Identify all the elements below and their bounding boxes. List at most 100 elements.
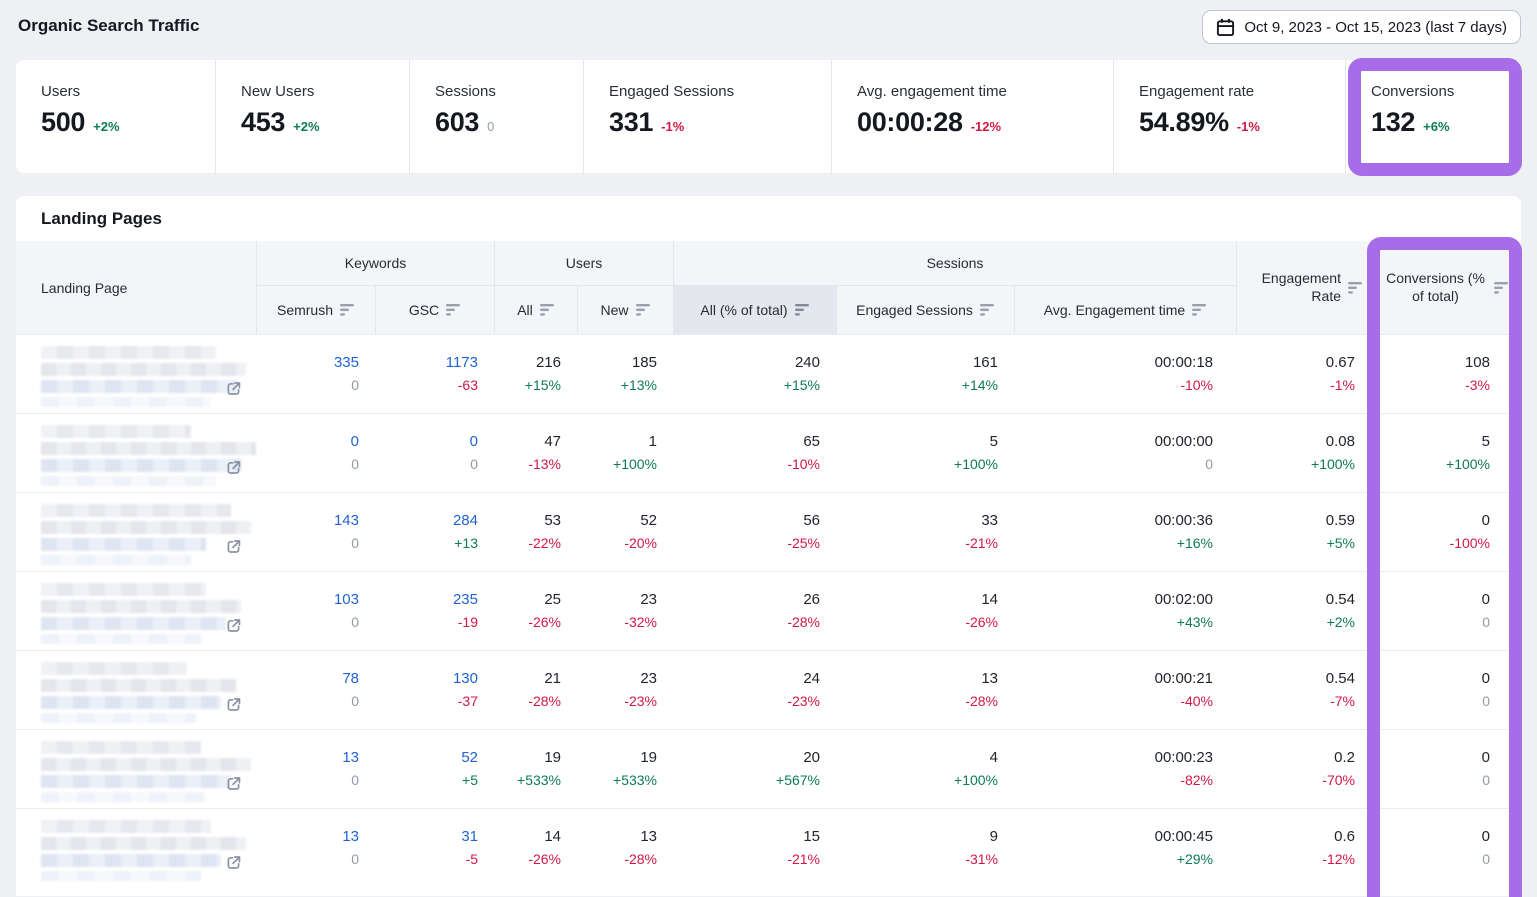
column-group-users: Users (494, 241, 673, 286)
cell-keywords-semrush[interactable]: 3350 (256, 335, 375, 413)
metric-new-users: New Users 453+2% (215, 60, 409, 173)
sort-icon[interactable] (1348, 282, 1363, 294)
sort-icon[interactable] (1494, 282, 1509, 294)
cell-keywords-semrush[interactable]: 130 (256, 809, 375, 887)
cell-sessions-all: 240+15% (673, 335, 836, 413)
cell-sessions-all: 20+567% (673, 730, 836, 808)
cell-keywords-gsc[interactable]: 235-19 (375, 572, 494, 650)
landing-page-cell-redacted[interactable] (16, 651, 256, 729)
table-body: 3350 1173-63 216+15% 185+13% 240+15% 161… (16, 334, 1521, 887)
cell-sessions-all: 26-28% (673, 572, 836, 650)
metric-conversions: Conversions 132+6% (1345, 60, 1521, 173)
external-link-icon[interactable] (225, 538, 242, 555)
cell-users-new: 23-23% (577, 651, 673, 729)
metric-change: +2% (93, 119, 119, 134)
metric-label: Avg. engagement time (857, 83, 1103, 100)
metric-change: -12% (971, 119, 1001, 134)
cell-keywords-semrush[interactable]: 00 (256, 414, 375, 492)
cell-engagement-rate: 0.2-70% (1236, 730, 1371, 808)
metric-value: 54.89% (1139, 107, 1229, 138)
column-header-sessions-all[interactable]: All (% of total) (673, 286, 836, 334)
external-link-icon[interactable] (225, 854, 242, 871)
cell-conversions: 00 (1371, 809, 1521, 887)
metric-change: +2% (293, 119, 319, 134)
metric-value: 132 (1371, 107, 1415, 138)
external-link-icon[interactable] (225, 617, 242, 634)
cell-keywords-gsc[interactable]: 31-5 (375, 809, 494, 887)
cell-keywords-gsc[interactable]: 130-37 (375, 651, 494, 729)
column-header-landing-page: Landing Page (16, 241, 256, 334)
sort-icon[interactable] (636, 304, 651, 316)
table-row: 3350 1173-63 216+15% 185+13% 240+15% 161… (16, 334, 1521, 413)
sort-icon[interactable] (340, 304, 355, 316)
cell-keywords-semrush[interactable]: 130 (256, 730, 375, 808)
metric-label: Conversions (1371, 83, 1511, 100)
cell-users-all: 14-26% (494, 809, 577, 887)
date-range-button[interactable]: Oct 9, 2023 - Oct 15, 2023 (last 7 days) (1202, 10, 1521, 44)
cell-users-new: 23-32% (577, 572, 673, 650)
sort-icon[interactable] (1192, 304, 1207, 316)
sort-icon[interactable] (980, 304, 995, 316)
column-header-label: Conversions (% of total) (1385, 270, 1487, 305)
cell-sessions-all: 65-10% (673, 414, 836, 492)
cell-keywords-semrush[interactable]: 1430 (256, 493, 375, 571)
cell-users-new: 185+13% (577, 335, 673, 413)
sort-icon[interactable] (446, 304, 461, 316)
cell-avg-engagement-time: 00:00:36+16% (1014, 493, 1236, 571)
landing-pages-card: Landing Pages Landing Page Keywords User… (16, 196, 1521, 896)
external-link-icon[interactable] (225, 775, 242, 792)
metrics-summary-card: Users 500+2% New Users 453+2% Sessions 6… (16, 60, 1521, 173)
cell-users-all: 216+15% (494, 335, 577, 413)
cell-keywords-gsc[interactable]: 1173-63 (375, 335, 494, 413)
column-header-label: Engaged Sessions (856, 302, 973, 318)
column-header-label: GSC (409, 302, 439, 318)
column-header-avg-engagement-time[interactable]: Avg. Engagement time (1014, 286, 1236, 334)
calendar-icon (1216, 18, 1235, 37)
sort-icon[interactable] (795, 304, 810, 316)
cell-engagement-rate: 0.54+2% (1236, 572, 1371, 650)
column-header-users-new[interactable]: New (577, 286, 673, 334)
external-link-icon[interactable] (225, 696, 242, 713)
column-header-conversions[interactable]: Conversions (% of total) (1371, 241, 1521, 334)
external-link-icon[interactable] (225, 380, 242, 397)
cell-users-new: 13-28% (577, 809, 673, 887)
cell-avg-engagement-time: 00:00:23-82% (1014, 730, 1236, 808)
cell-engaged-sessions: 161+14% (836, 335, 1014, 413)
column-group-sessions: Sessions (673, 241, 1236, 286)
cell-users-all: 25-26% (494, 572, 577, 650)
landing-page-cell-redacted[interactable] (16, 730, 256, 808)
table-row: 780 130-37 21-28% 23-23% 24-23% 13-28% 0… (16, 650, 1521, 729)
landing-page-cell-redacted[interactable] (16, 809, 256, 887)
cell-engagement-rate: 0.67-1% (1236, 335, 1371, 413)
column-header-label: Landing Page (41, 280, 127, 296)
landing-page-cell-redacted[interactable] (16, 572, 256, 650)
metric-label: Engagement rate (1139, 83, 1335, 100)
table-row: 130 31-5 14-26% 13-28% 15-21% 9-31% 00:0… (16, 808, 1521, 887)
column-header-semrush[interactable]: Semrush (256, 286, 375, 334)
column-header-gsc[interactable]: GSC (375, 286, 494, 334)
metric-value: 331 (609, 107, 653, 138)
column-header-engaged-sessions[interactable]: Engaged Sessions (836, 286, 1014, 334)
column-header-label: New (600, 302, 628, 318)
cell-engaged-sessions: 4+100% (836, 730, 1014, 808)
cell-keywords-semrush[interactable]: 780 (256, 651, 375, 729)
column-header-engagement-rate[interactable]: Engagement Rate (1236, 241, 1371, 334)
landing-page-cell-redacted[interactable] (16, 414, 256, 492)
cell-keywords-semrush[interactable]: 1030 (256, 572, 375, 650)
cell-keywords-gsc[interactable]: 284+13 (375, 493, 494, 571)
cell-users-all: 21-28% (494, 651, 577, 729)
cell-engaged-sessions: 5+100% (836, 414, 1014, 492)
landing-page-cell-redacted[interactable] (16, 335, 256, 413)
cell-keywords-gsc[interactable]: 00 (375, 414, 494, 492)
table-title: Landing Pages (16, 196, 1521, 241)
sort-icon[interactable] (540, 304, 555, 316)
cell-avg-engagement-time: 00:00:45+29% (1014, 809, 1236, 887)
redacted-url-placeholder (41, 662, 256, 723)
external-link-icon[interactable] (225, 459, 242, 476)
column-header-users-all[interactable]: All (494, 286, 577, 334)
cell-users-new: 19+533% (577, 730, 673, 808)
cell-sessions-all: 15-21% (673, 809, 836, 887)
cell-keywords-gsc[interactable]: 52+5 (375, 730, 494, 808)
landing-page-cell-redacted[interactable] (16, 493, 256, 571)
column-header-label: All (% of total) (700, 302, 787, 318)
